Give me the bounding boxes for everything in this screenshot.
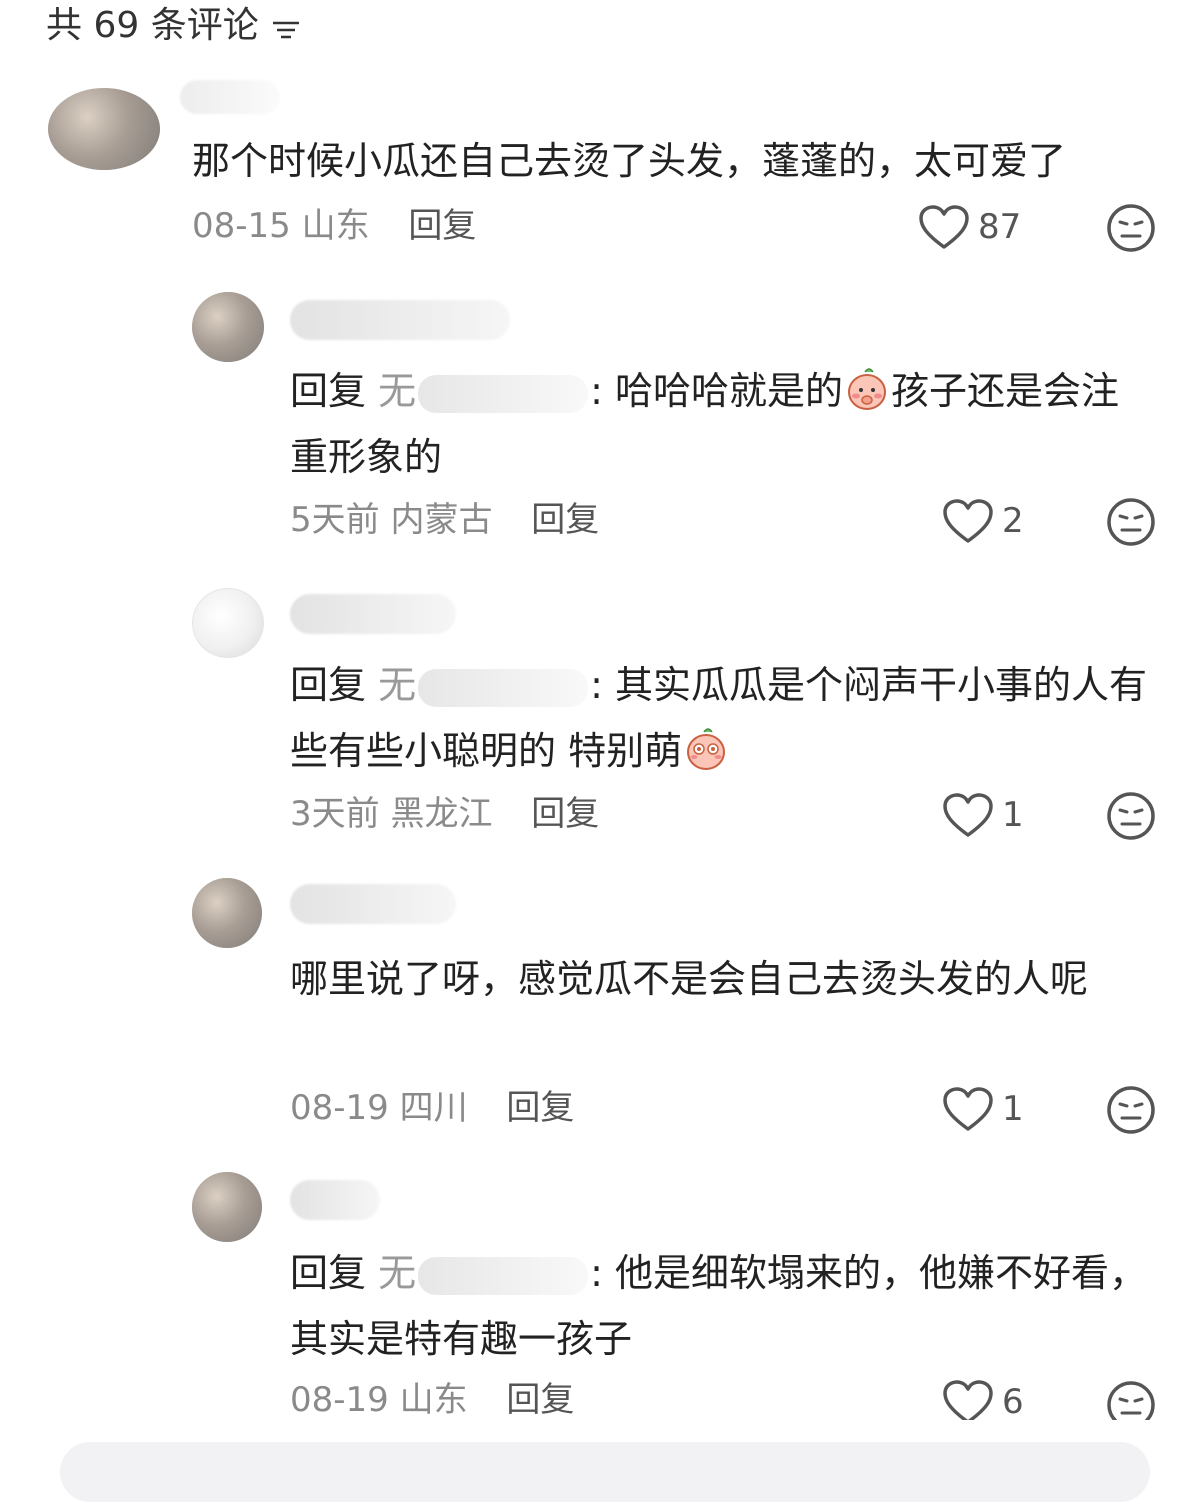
reply-meta: 08-19 四川 回复 [290, 1086, 574, 1130]
username-blurred[interactable] [290, 1180, 380, 1220]
like-count: 6 [1002, 1382, 1024, 1420]
like-button[interactable]: 6 [942, 1378, 1024, 1420]
dislike-button[interactable] [1106, 1085, 1156, 1135]
like-button[interactable]: 87 [918, 203, 1021, 251]
neutral-face-icon [1107, 204, 1155, 252]
reply-button[interactable]: 回复 [506, 1380, 574, 1420]
like-count: 87 [978, 207, 1022, 247]
comment-location: 山东 [301, 206, 370, 246]
neutral-face-icon [1107, 1086, 1155, 1134]
mention-start: 无 [378, 369, 417, 413]
reply-date: 08-19 [290, 1380, 389, 1420]
blush-peach-emoji-icon [843, 364, 891, 412]
reply-prefix: 回复 [290, 663, 367, 707]
dislike-button[interactable] [1106, 203, 1156, 253]
reply-text: 哪里说了呀，感觉瓜不是会自己去烫头发的人呢 [290, 957, 1089, 1001]
neutral-face-icon [1107, 1381, 1155, 1420]
like-count: 1 [1002, 1089, 1024, 1129]
starry-eyes-peach-emoji-icon [682, 724, 730, 772]
reply-date: 5天前 [290, 500, 380, 540]
heart-icon [943, 793, 993, 837]
like-button[interactable]: 1 [942, 791, 1024, 839]
like-button[interactable]: 2 [942, 497, 1024, 545]
reply-button[interactable]: 回复 [408, 206, 476, 246]
mention-blurred[interactable] [418, 374, 589, 413]
reply-meta: 08-19 山东 回复 [290, 1378, 574, 1420]
comment-list: 那个时候小瓜还自己去烫了头发，蓬蓬的，太可爱了 08-15 山东 回复 87 回… [0, 0, 1200, 1420]
like-count: 2 [1002, 501, 1024, 541]
like-button[interactable]: 1 [942, 1085, 1024, 1133]
reply-prefix: 回复 [290, 369, 367, 413]
avatar[interactable] [192, 588, 264, 658]
mention-start: 无 [378, 663, 417, 707]
neutral-face-icon [1107, 792, 1155, 840]
reply-location: 山东 [399, 1380, 468, 1420]
avatar[interactable] [48, 88, 160, 170]
neutral-face-icon [1107, 498, 1155, 546]
comment-date: 08-15 [192, 206, 291, 246]
reply-text: 回复 无: 哈哈哈就是的 孩子还是会注重形象的 [290, 358, 1150, 490]
avatar[interactable] [192, 1172, 262, 1242]
reply-button[interactable]: 回复 [531, 500, 599, 540]
comment-text: 那个时候小瓜还自己去烫了头发，蓬蓬的，太可爱了 [192, 139, 1067, 183]
reply-meta: 3天前 黑龙江 回复 [290, 792, 599, 836]
reply-date: 3天前 [290, 794, 380, 834]
dislike-button[interactable] [1106, 791, 1156, 841]
username-blurred[interactable] [180, 80, 280, 114]
reply-date: 08-19 [290, 1088, 389, 1128]
mention-blurred[interactable] [418, 1256, 589, 1295]
heart-icon [943, 1087, 993, 1131]
avatar[interactable] [192, 878, 262, 948]
comment-input-bar[interactable] [60, 1442, 1150, 1502]
reply-button[interactable]: 回复 [531, 794, 599, 834]
heart-icon [919, 205, 969, 249]
reply-text: 回复 无: 他是细软塌来的，他嫌不好看，其实是特有趣一孩子 [290, 1240, 1150, 1372]
username-blurred[interactable] [290, 594, 456, 634]
avatar[interactable] [192, 292, 264, 362]
like-count: 1 [1002, 795, 1024, 835]
heart-icon [943, 499, 993, 543]
reply-text: 回复 无: 其实瓜瓜是个闷声干小事的人有些有些小聪明的 特别萌 [290, 652, 1150, 784]
reply-location: 四川 [399, 1088, 468, 1128]
heart-icon [943, 1380, 993, 1420]
mention-start: 无 [378, 1251, 417, 1295]
reply-body: : 哈哈哈就是的 [590, 369, 844, 413]
dislike-button[interactable] [1106, 1380, 1156, 1420]
reply-meta: 5天前 内蒙古 回复 [290, 498, 599, 542]
comment-meta: 08-15 山东 回复 [192, 204, 476, 248]
dislike-button[interactable] [1106, 497, 1156, 547]
reply-button[interactable]: 回复 [506, 1088, 574, 1128]
reply-location: 黑龙江 [390, 794, 493, 834]
reply-prefix: 回复 [290, 1251, 367, 1295]
mention-blurred[interactable] [418, 668, 589, 707]
username-blurred[interactable] [290, 884, 456, 924]
username-blurred[interactable] [290, 300, 510, 340]
reply-location: 内蒙古 [390, 500, 493, 540]
